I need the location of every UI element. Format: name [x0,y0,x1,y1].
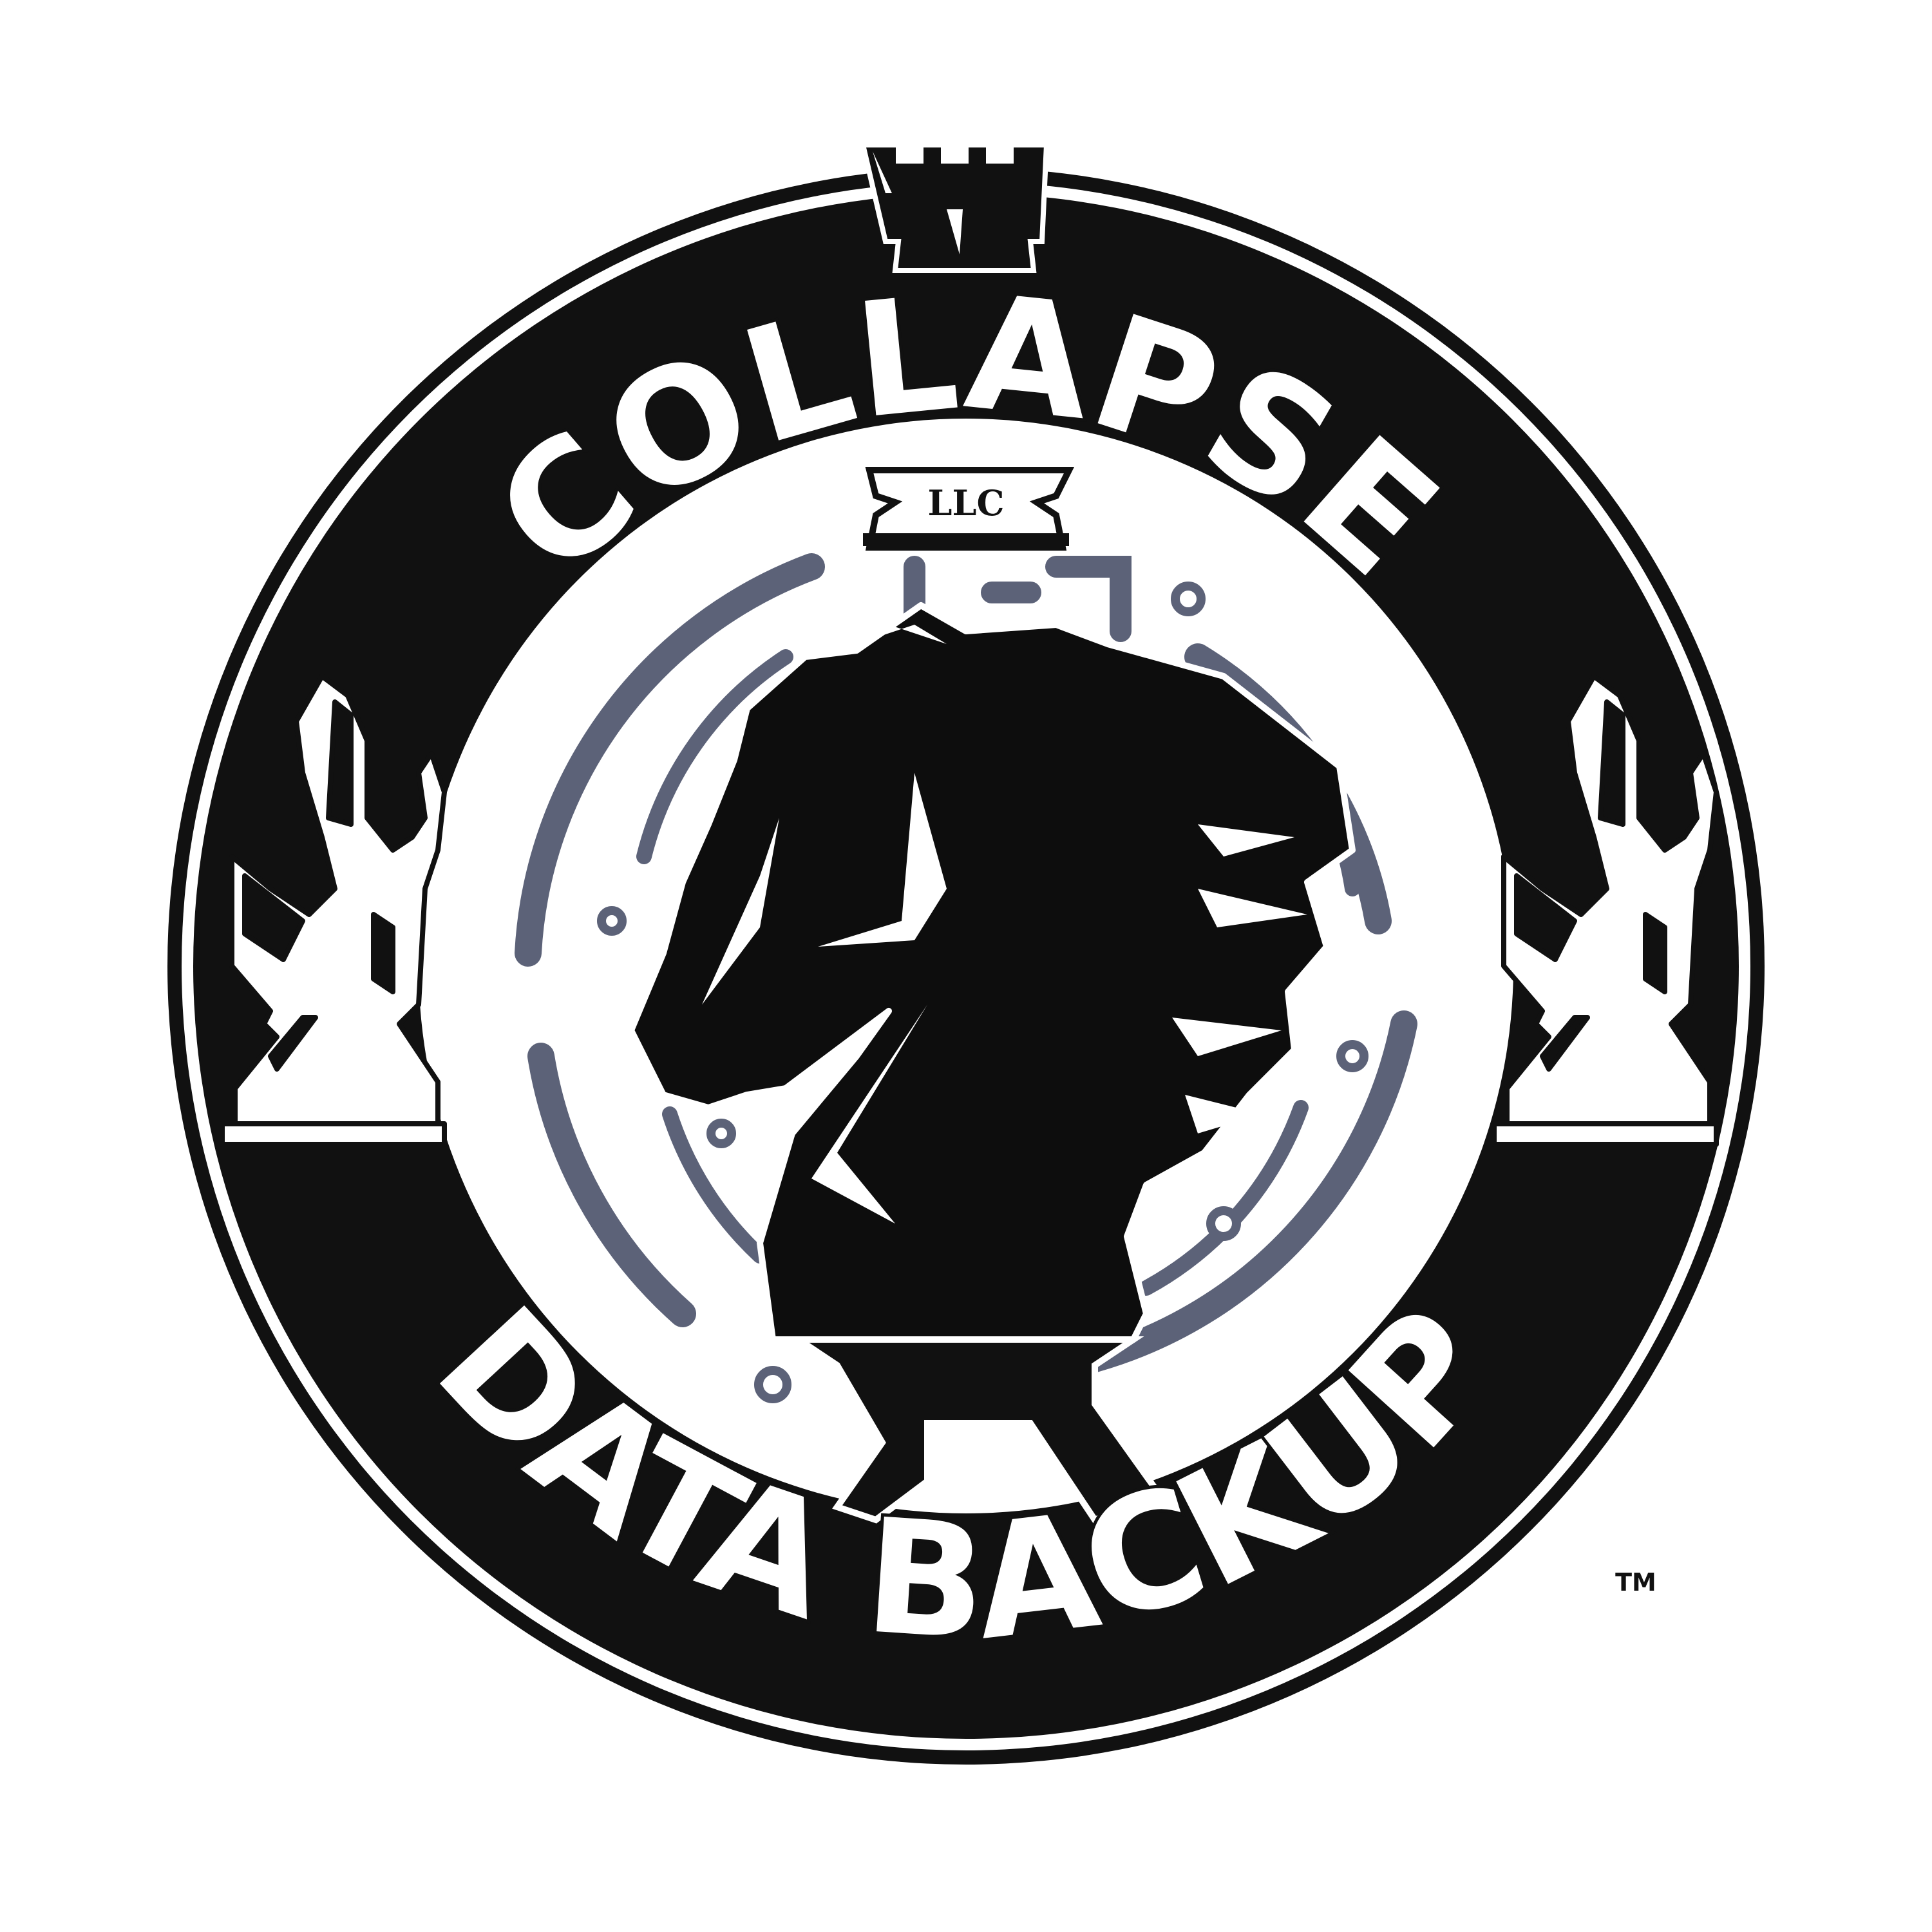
trademark-label: TM [1615,1568,1656,1596]
llc-label: LLC [928,482,1005,524]
llc-plaque: LLC [863,467,1075,551]
collapse-data-backup-logo: LLC COLLAPSE DATA BACKUP TM [167,142,1765,1765]
